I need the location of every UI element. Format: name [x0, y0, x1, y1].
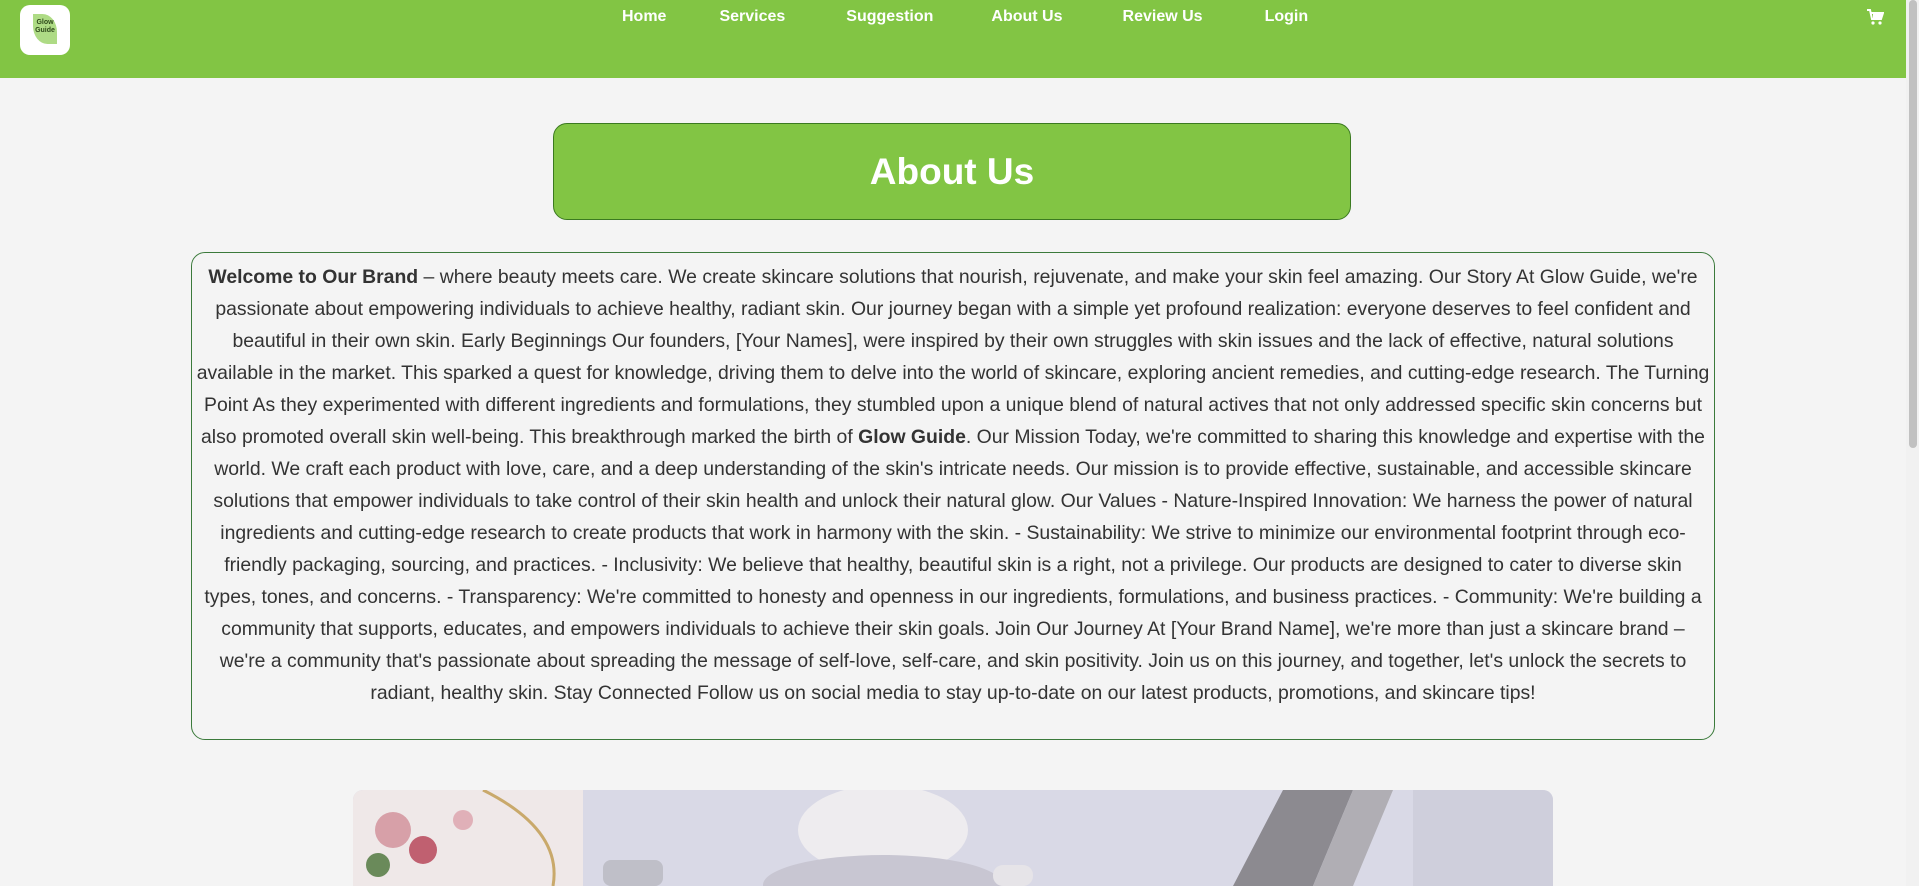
- about-text-box: Welcome to Our Brand – where beauty meet…: [191, 252, 1715, 740]
- skincare-hero-image: [353, 790, 1553, 886]
- scrollbar-thumb[interactable]: [1909, 0, 1917, 448]
- page-title: About Us: [869, 150, 1035, 192]
- nav-about-us[interactable]: About Us: [991, 8, 1062, 26]
- main-nav: Home Services Suggestion About Us Review…: [622, 8, 1308, 26]
- nav-review-us[interactable]: Review Us: [1123, 8, 1203, 26]
- nav-services[interactable]: Services: [719, 8, 785, 26]
- logo-text: Glow Guide: [35, 19, 55, 34]
- top-navbar: Glow Guide Home Services Suggestion Abou…: [0, 0, 1906, 78]
- nav-home[interactable]: Home: [622, 8, 666, 26]
- about-text-part-1: – where beauty meets care. We create ski…: [196, 266, 1710, 448]
- nav-suggestion[interactable]: Suggestion: [846, 8, 933, 26]
- about-intro-heading: Welcome to Our Brand: [208, 266, 419, 288]
- about-text-part-2: . Our Mission Today, we're committed to …: [204, 426, 1705, 704]
- about-title-box: About Us: [553, 123, 1351, 220]
- brand-name-inline: Glow Guide: [858, 426, 966, 448]
- vertical-scrollbar[interactable]: [1906, 0, 1919, 886]
- shopping-cart-icon[interactable]: [1866, 8, 1885, 26]
- brand-logo[interactable]: Glow Guide: [20, 5, 70, 55]
- nav-login[interactable]: Login: [1265, 8, 1309, 26]
